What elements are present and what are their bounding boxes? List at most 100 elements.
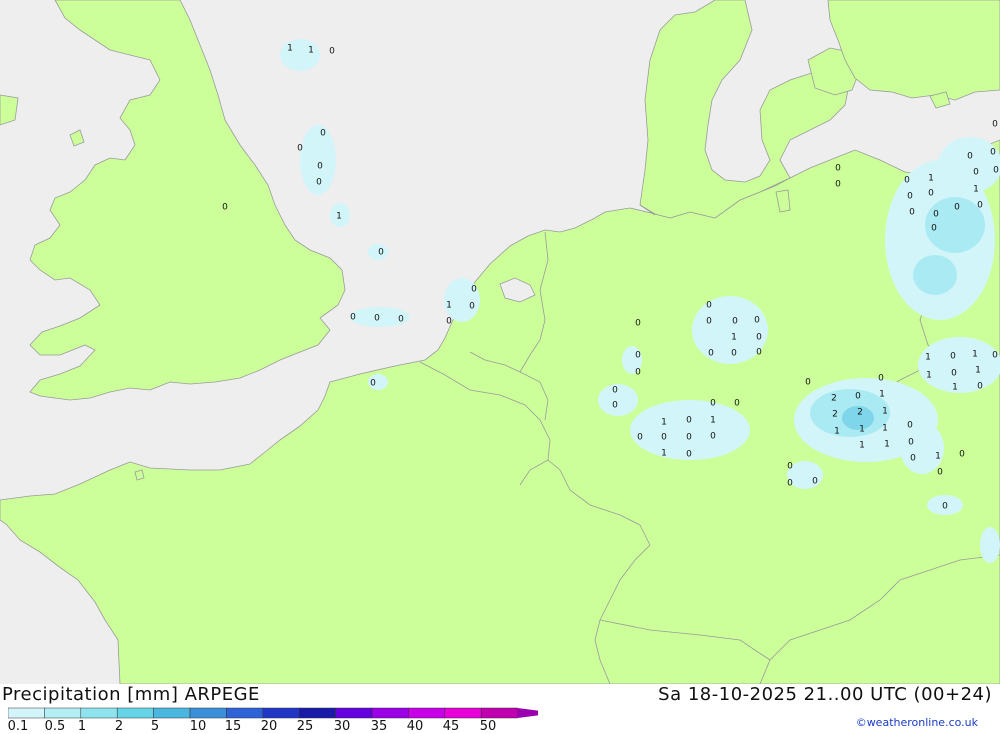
precip-value-label: 1 <box>925 353 931 363</box>
legend-tick: 25 <box>296 719 314 734</box>
precip-area <box>913 255 957 295</box>
precip-value-label: 0 <box>950 352 956 362</box>
precip-value-label: 2 <box>857 408 863 418</box>
precip-value-label: 0 <box>350 313 356 323</box>
precip-value-label: 1 <box>926 371 932 381</box>
precip-value-label: 0 <box>612 386 618 396</box>
precip-value-label: 0 <box>855 392 861 402</box>
legend-tick: 0.1 <box>7 719 29 734</box>
legend-swatch <box>8 707 45 719</box>
legend-swatch <box>80 707 118 719</box>
precip-value-label: 0 <box>931 224 937 234</box>
precip-value-label: 1 <box>287 44 293 54</box>
precip-value-label: 0 <box>992 351 998 361</box>
legend-swatch <box>116 707 154 719</box>
precip-value-label: 0 <box>787 462 793 472</box>
precip-value-label: 0 <box>635 351 641 361</box>
legend-tick: 10 <box>189 719 207 734</box>
precip-area <box>980 527 1000 563</box>
precip-value-label: 0 <box>637 433 643 443</box>
precip-value-label: 0 <box>731 349 737 359</box>
precip-value-label: 0 <box>635 368 641 378</box>
precip-area <box>918 337 1000 393</box>
legend-tick-labels: 0.1 0.5 1 2 5 10 15 20 25 30 35 40 45 50 <box>0 720 1000 733</box>
precip-value-label: 0 <box>835 164 841 174</box>
legend-tick: 1 <box>77 719 87 734</box>
precip-value-label: 1 <box>879 390 885 400</box>
precip-value-label: 0 <box>370 379 376 389</box>
precip-value-label: 0 <box>977 382 983 392</box>
legend-arrow <box>517 708 538 718</box>
precip-value-label: 0 <box>910 454 916 464</box>
legend-swatch <box>226 707 264 719</box>
precip-value-label: 0 <box>732 317 738 327</box>
precip-value-label: 1 <box>308 46 314 56</box>
precip-value-label: 0 <box>317 162 323 172</box>
precip-value-label: 0 <box>907 421 913 431</box>
precip-value-label: 0 <box>398 315 404 325</box>
precip-value-label: 0 <box>612 401 618 411</box>
map-title: Precipitation [mm] ARPEGE <box>2 684 260 705</box>
legend-swatch <box>444 707 482 719</box>
precip-value-label: 0 <box>933 210 939 220</box>
precip-value-label: 0 <box>706 317 712 327</box>
precip-value-label: 0 <box>686 433 692 443</box>
precip-area <box>938 137 1000 193</box>
land-channel-island <box>134 469 145 481</box>
precip-value-label: 0 <box>908 438 914 448</box>
precip-value-label: 0 <box>951 369 957 379</box>
precip-value-label: 1 <box>882 407 888 417</box>
precip-value-label: 0 <box>661 433 667 443</box>
precip-value-label: 0 <box>805 378 811 388</box>
precip-value-label: 1 <box>446 301 452 311</box>
precip-value-label: 0 <box>954 203 960 213</box>
precipitation-legend <box>8 707 538 719</box>
precip-area <box>280 39 320 71</box>
precip-value-label: 1 <box>882 424 888 434</box>
legend-swatch <box>153 707 191 719</box>
precip-value-label: 1 <box>834 427 840 437</box>
legend-swatch <box>189 707 227 719</box>
precip-value-label: 0 <box>316 178 322 188</box>
legend-swatch <box>335 707 373 719</box>
precip-value-label: 0 <box>909 208 915 218</box>
precip-value-label: 0 <box>754 316 760 326</box>
legend-tick: 35 <box>370 719 388 734</box>
precip-value-label: 0 <box>967 152 973 162</box>
legend-swatch <box>262 707 300 719</box>
legend-swatch <box>298 707 336 719</box>
precip-value-label: 2 <box>832 410 838 420</box>
credit-text: ©weatheronline.co.uk <box>855 716 978 729</box>
precip-value-label: 0 <box>374 314 380 324</box>
precip-value-label: 1 <box>928 174 934 184</box>
precip-value-label: 0 <box>378 248 384 258</box>
legend-tick: 5 <box>150 719 160 734</box>
legend-swatch <box>371 707 409 719</box>
legend-tick: 50 <box>479 719 497 734</box>
precip-value-label: 1 <box>661 449 667 459</box>
precip-value-label: 1 <box>935 452 941 462</box>
precip-value-label: 1 <box>710 416 716 426</box>
precip-value-label: 0 <box>320 129 326 139</box>
precip-value-label: 0 <box>907 192 913 202</box>
precipitation-map: 1 1 0 0 0 0 0 0 1 0 0 0 0 0 1 0 0 0 0 0 0 0 0 1 0 0 0 0 0 0 0 0 1 0 0 0 1 0 0 0… <box>0 0 1000 684</box>
precip-value-label: 0 <box>812 477 818 487</box>
valid-time: Sa 18-10-2025 21..00 UTC (00+24) <box>658 684 992 705</box>
legend-tick: 2 <box>114 719 124 734</box>
legend-swatch <box>44 707 82 719</box>
precip-value-label: 0 <box>471 285 477 295</box>
precip-value-label: 1 <box>975 366 981 376</box>
precip-value-label: 1 <box>661 418 667 428</box>
precip-value-label: 1 <box>859 425 865 435</box>
precip-value-label: 0 <box>710 432 716 442</box>
precip-value-label: 0 <box>446 317 452 327</box>
precip-value-label: 0 <box>469 302 475 312</box>
precip-value-label: 0 <box>297 144 303 154</box>
precip-value-label: 0 <box>329 47 335 57</box>
precip-value-label: 2 <box>831 394 837 404</box>
precip-value-label: 1 <box>952 383 958 393</box>
legend-tick: 40 <box>406 719 424 734</box>
precip-value-label: 0 <box>977 201 983 211</box>
precip-value-label: 0 <box>928 189 934 199</box>
precip-value-label: 0 <box>756 348 762 358</box>
